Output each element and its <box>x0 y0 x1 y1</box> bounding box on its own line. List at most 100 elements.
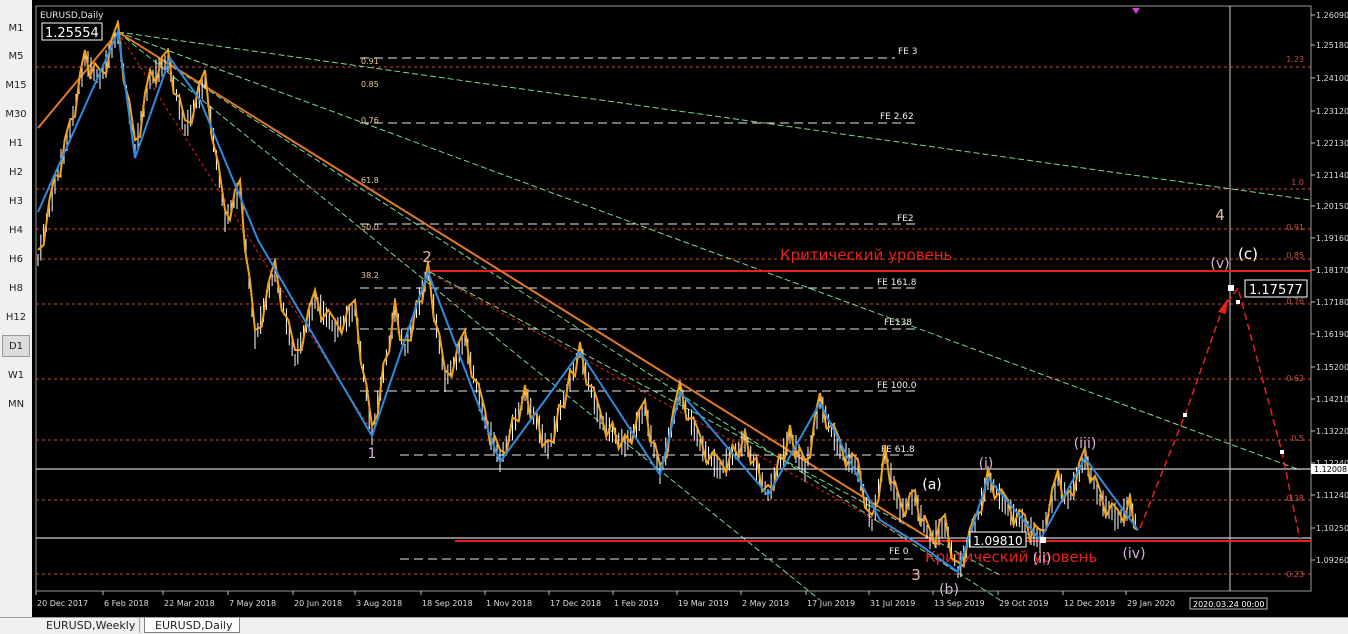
price-axis-label: 1.14210 <box>1316 395 1348 404</box>
projection-node <box>1280 450 1284 454</box>
wave-label: (a) <box>922 477 942 493</box>
date-axis-label: 20 Jun 2018 <box>294 599 342 608</box>
fe-label: FE2 <box>897 214 914 224</box>
wave-label: (b) <box>939 582 959 598</box>
price-axis-label: 1.23120 <box>1316 107 1348 116</box>
date-axis-label: 17 Dec 2018 <box>550 599 601 608</box>
zigzag-orange <box>37 21 1139 569</box>
price-axis-label: 1.11240 <box>1316 491 1348 500</box>
fan-line <box>117 31 821 601</box>
price-chart[interactable]: 1.26090 1.25180 1.24100 1.23120 1.22130 1.211… <box>32 0 1348 617</box>
price-axis-label: 1.18170 <box>1316 266 1348 275</box>
date-axis-label: 7 May 2018 <box>229 599 276 608</box>
low-point <box>1040 537 1046 543</box>
date-axis-label: 17 Jun 2019 <box>807 599 855 608</box>
fib-right-label: 0.85 <box>1286 251 1304 260</box>
fib-right-label: 0.91 <box>1286 223 1304 232</box>
projection-price-label: 1.17577 <box>1249 283 1303 298</box>
fe-label: FE 3 <box>898 47 917 57</box>
price-axis-label: 1.25180 <box>1316 41 1348 50</box>
timeframe-h8-button[interactable]: H8 <box>2 277 30 299</box>
date-axis-label: 31 Jul 2019 <box>870 599 915 608</box>
date-axis-label: 12 Dec 2019 <box>1064 599 1115 608</box>
fe-label: FE 0 <box>889 547 909 557</box>
projection-line <box>1139 286 1301 541</box>
fe-label: FE 100.0 <box>877 381 917 391</box>
timeframe-h12-button[interactable]: H12 <box>2 306 30 328</box>
price-axis-label: 1.24100 <box>1316 74 1348 83</box>
timeframe-m5-button[interactable]: M5 <box>2 45 30 67</box>
cursor-date-label: 2020.03.24 00:00 <box>1193 600 1264 609</box>
price-axis-label: 1.26090 <box>1316 11 1348 20</box>
wave-label: (ii) <box>1033 551 1052 567</box>
fib-left-label: 0.76 <box>361 116 379 125</box>
fe-label: FE 161.8 <box>877 278 917 288</box>
fan-line <box>117 31 1311 201</box>
price-axis-label: 1.19160 <box>1316 234 1348 243</box>
fan-line <box>117 31 1301 471</box>
critical-label-upper: Критический уровень <box>780 246 952 264</box>
fan-line <box>117 31 1001 601</box>
wave-label: (iv) <box>1122 546 1145 562</box>
chart-tab-daily[interactable]: EURUSD,Daily <box>144 618 240 633</box>
low-price-label: 1.09810 <box>973 534 1023 548</box>
top-marker <box>1132 8 1140 14</box>
wave-label: 3 <box>911 566 921 584</box>
high-price-label: 1.25554 <box>45 26 99 41</box>
date-axis-label: 3 Aug 2018 <box>356 599 402 608</box>
price-axis-label: 1.21140 <box>1316 171 1348 180</box>
projection-point <box>1228 285 1234 291</box>
wave-label: 1 <box>368 446 377 462</box>
chart-symbol-title: EURUSD,Daily <box>40 11 104 21</box>
price-axis-label: 1.15200 <box>1316 363 1348 372</box>
timeframe-h2-button[interactable]: H2 <box>2 161 30 183</box>
wave-label: (i) <box>979 456 994 472</box>
wave-label: 2 <box>422 248 432 266</box>
date-axis-label: 13 Sep 2019 <box>934 599 985 608</box>
projection-node <box>1183 413 1187 417</box>
timeframe-h1-button[interactable]: H1 <box>2 132 30 154</box>
price-axis-label: 1.10250 <box>1316 524 1348 533</box>
timeframe-m15-button[interactable]: M15 <box>2 74 30 96</box>
wave-label: (v) <box>1210 256 1229 272</box>
timeframe-m1-button[interactable]: M1 <box>2 17 30 39</box>
date-axis-label: 1 Nov 2018 <box>486 599 532 608</box>
timeframe-h6-button[interactable]: H6 <box>2 248 30 270</box>
fib-right-label: 0.23 <box>1286 570 1304 579</box>
date-axis-label: 22 Mar 2018 <box>164 599 215 608</box>
chart-tab-bar: EURUSD,Weekly EURUSD,Daily <box>0 617 1348 634</box>
date-axis-label: 2 May 2019 <box>742 599 789 608</box>
timeframe-m30-button[interactable]: M30 <box>2 103 30 125</box>
price-axis-label: 1.22130 <box>1316 139 1348 148</box>
chart-area[interactable]: 1.26090 1.25180 1.24100 1.23120 1.22130 1.211… <box>32 0 1348 617</box>
fib-right-label: 1.23 <box>1286 55 1304 64</box>
date-axis-label: 1 Feb 2019 <box>614 599 659 608</box>
timeframe-w1-button[interactable]: W1 <box>2 364 30 386</box>
timeframe-h4-button[interactable]: H4 <box>2 219 30 241</box>
trend-line-left <box>37 31 119 129</box>
price-axis-label: 1.13220 <box>1316 427 1348 436</box>
wave-label: (iii) <box>1074 436 1097 452</box>
timeframe-mn-button[interactable]: MN <box>2 393 30 415</box>
date-axis-label: 6 Feb 2018 <box>104 599 149 608</box>
wave-label: 4 <box>1215 206 1225 224</box>
fib-right-label: 0.62 <box>1286 374 1304 383</box>
fib-left-label: 61.8 <box>361 176 379 185</box>
price-axis-label: 1.17180 <box>1316 298 1348 307</box>
projection-arrow <box>1218 298 1228 314</box>
date-axis-label: 29 Oct 2019 <box>999 599 1048 608</box>
timeframe-d1-button[interactable]: D1 <box>2 335 30 357</box>
timeframe-panel: M1 M5 M15 M30 H1 H2 H3 H4 H6 H8 H12 D1 W1 MN <box>0 0 33 633</box>
price-axis-label: 1.16190 <box>1316 330 1348 339</box>
fe-label: FE 2.62 <box>880 112 914 122</box>
timeframe-h3-button[interactable]: H3 <box>2 190 30 212</box>
chart-tab-weekly[interactable]: EURUSD,Weekly <box>36 618 140 633</box>
wave-label: (c) <box>1238 245 1258 263</box>
fib-left-label: 38.2 <box>361 271 379 280</box>
fib-left-label: 0.91 <box>361 57 379 66</box>
fib-right-label: 0.76 <box>1286 297 1304 306</box>
date-axis-label: 20 Dec 2017 <box>37 599 88 608</box>
date-axis-label: 19 Mar 2019 <box>678 599 729 608</box>
date-axis-label: 18 Sep 2018 <box>422 599 473 608</box>
fe-label: FE138 <box>884 318 912 328</box>
